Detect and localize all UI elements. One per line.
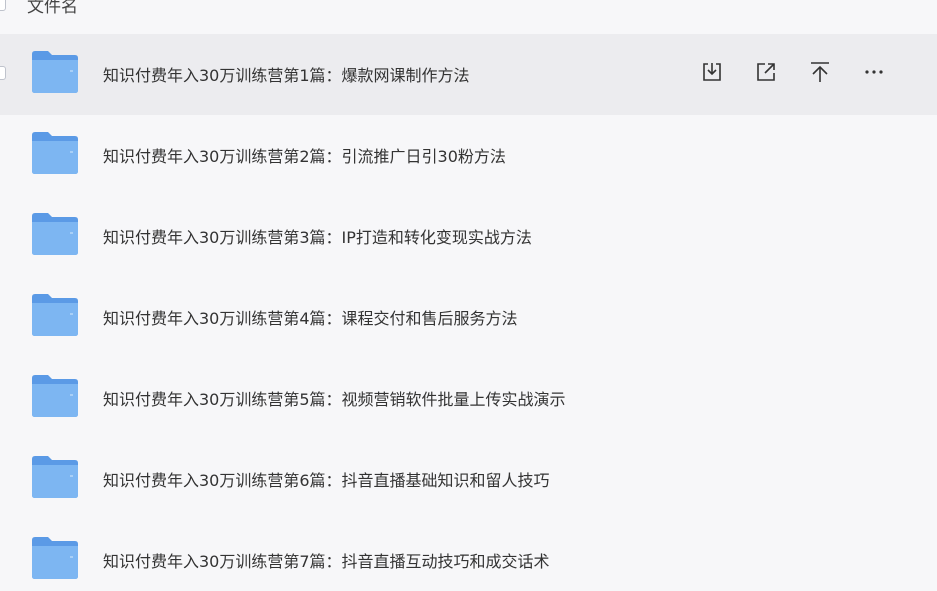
folder-icon	[30, 374, 80, 418]
folder-icon	[30, 455, 80, 499]
share-icon[interactable]	[750, 56, 782, 88]
file-row[interactable]: 知识付费年入30万训练营第1篇：爆款网课制作方法	[0, 34, 937, 115]
file-name[interactable]: 知识付费年入30万训练营第4篇：课程交付和售后服务方法	[103, 305, 518, 329]
file-list-page: 文件名 知识付费年入30万训练营第1篇：爆款网课制作方法 知识付费年入30万训练…	[0, 0, 937, 591]
folder-icon	[30, 293, 80, 337]
folder-icon	[30, 50, 80, 94]
select-all-checkbox[interactable]	[0, 0, 6, 11]
file-name[interactable]: 知识付费年入30万训练营第3篇：IP打造和转化变现实战方法	[103, 224, 532, 248]
file-name[interactable]: 知识付费年入30万训练营第2篇：引流推广日引30粉方法	[103, 143, 506, 167]
file-row[interactable]: 知识付费年入30万训练营第3篇：IP打造和转化变现实战方法	[0, 196, 937, 277]
file-row[interactable]: 知识付费年入30万训练营第7篇：抖音直播互动技巧和成交话术	[0, 520, 937, 591]
file-row[interactable]: 知识付费年入30万训练营第2篇：引流推广日引30粉方法	[0, 115, 937, 196]
file-row[interactable]: 知识付费年入30万训练营第4篇：课程交付和售后服务方法	[0, 277, 937, 358]
list-header: 文件名	[0, 0, 937, 22]
folder-icon	[30, 536, 80, 580]
file-list: 知识付费年入30万训练营第1篇：爆款网课制作方法 知识付费年入30万训练营第2篇…	[0, 34, 937, 591]
file-name[interactable]: 知识付费年入30万训练营第6篇：抖音直播基础知识和留人技巧	[103, 467, 550, 491]
folder-icon	[30, 212, 80, 256]
row-checkbox[interactable]	[0, 66, 6, 80]
file-row[interactable]: 知识付费年入30万训练营第6篇：抖音直播基础知识和留人技巧	[0, 439, 937, 520]
file-name[interactable]: 知识付费年入30万训练营第5篇：视频营销软件批量上传实战演示	[103, 386, 566, 410]
file-name[interactable]: 知识付费年入30万训练营第1篇：爆款网课制作方法	[103, 62, 470, 86]
column-header-filename[interactable]: 文件名	[27, 0, 78, 17]
folder-icon	[30, 131, 80, 175]
file-name[interactable]: 知识付费年入30万训练营第7篇：抖音直播互动技巧和成交话术	[103, 548, 550, 572]
download-icon[interactable]	[696, 56, 728, 88]
more-icon[interactable]	[858, 56, 890, 88]
file-row[interactable]: 知识付费年入30万训练营第5篇：视频营销软件批量上传实战演示	[0, 358, 937, 439]
row-actions	[696, 56, 912, 88]
move-to-top-icon[interactable]	[804, 56, 836, 88]
